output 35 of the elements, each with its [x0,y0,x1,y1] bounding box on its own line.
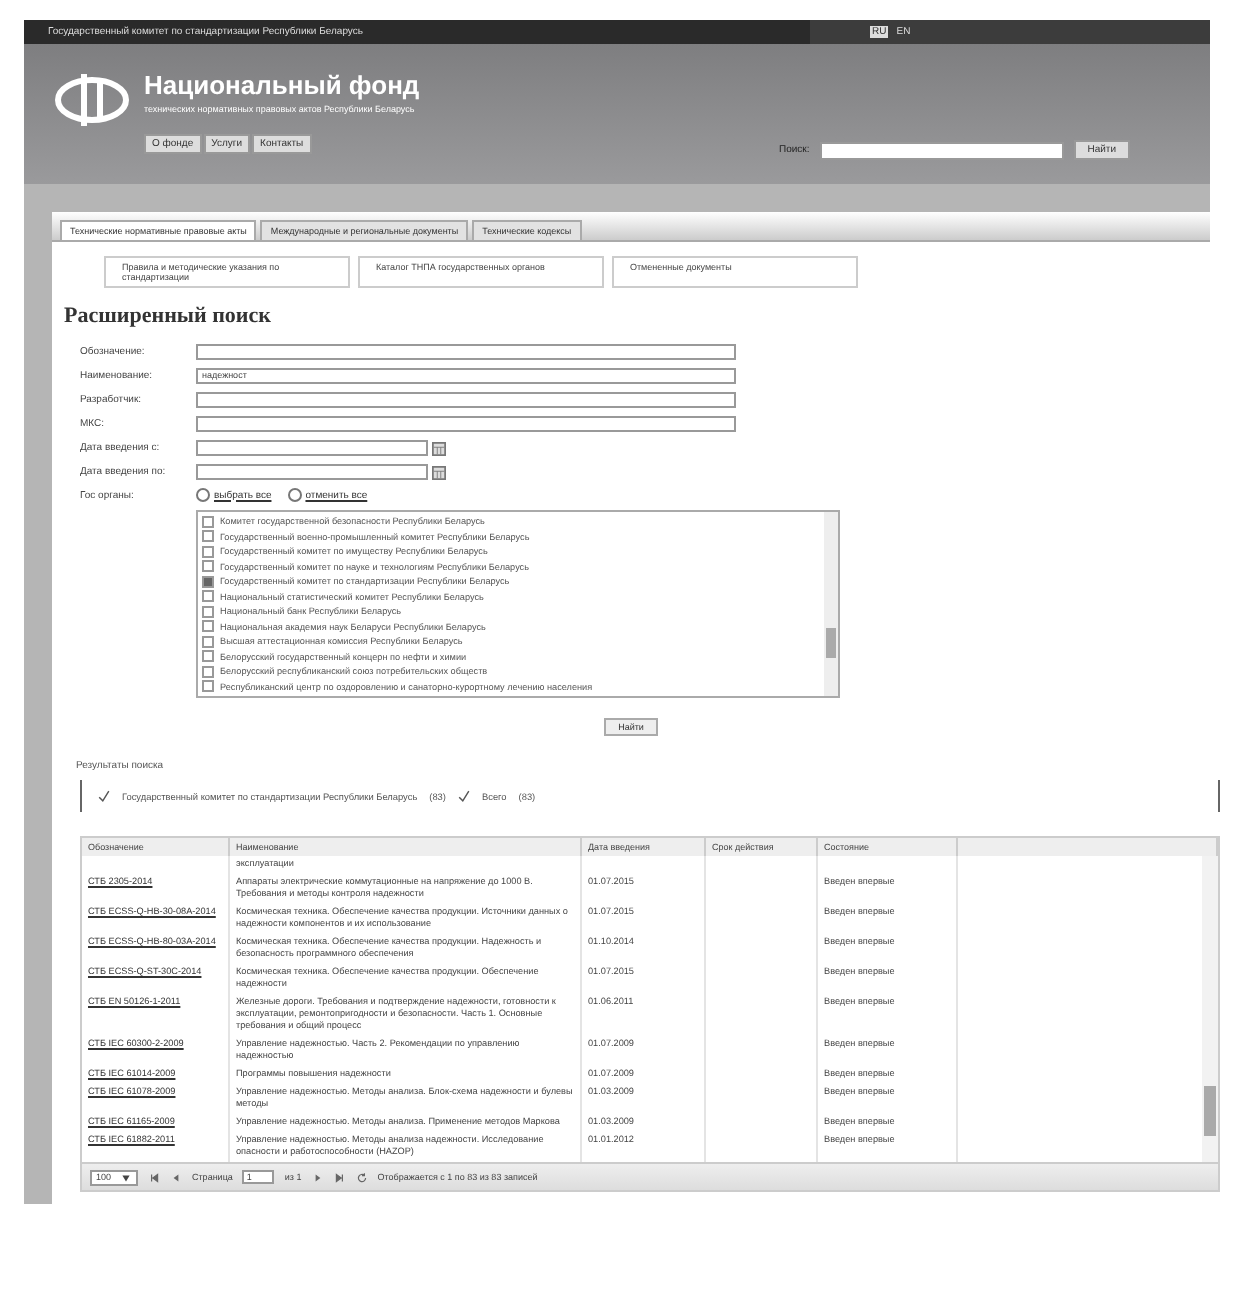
previous-page-icon[interactable] [170,1171,182,1183]
logo-icon [52,72,132,128]
next-page-icon[interactable] [311,1171,324,1183]
calendar-icon[interactable] [432,465,446,479]
input-field[interactable] [196,416,736,432]
date-field[interactable] [196,464,428,480]
search-field[interactable] [819,141,1064,159]
checkbox[interactable] [202,560,214,573]
page-heading: Расширенный поиск [64,304,273,328]
checkbox[interactable] [202,545,214,558]
input-field[interactable] [196,344,736,360]
scrollbar[interactable] [1202,856,1218,1162]
check-icon [457,790,470,802]
checkbox[interactable] [202,575,214,588]
checkbox[interactable] [202,515,214,528]
input-field[interactable] [196,392,736,408]
caret-icon [120,1171,132,1183]
calendar-icon[interactable] [432,441,446,455]
checkbox[interactable] [202,530,214,543]
first-page-icon[interactable] [148,1171,160,1183]
radio-button[interactable] [287,488,302,502]
checkbox[interactable] [202,680,214,693]
site-title: Национальный фонд [144,70,420,100]
checkbox[interactable] [202,590,214,603]
date-field[interactable] [196,440,428,456]
radio-button[interactable] [196,488,210,502]
check-icon [98,790,110,802]
last-page-icon[interactable] [333,1171,346,1183]
checkbox[interactable] [202,605,214,618]
scrollbar[interactable] [824,512,838,696]
checkbox[interactable] [202,620,214,633]
checkbox[interactable] [202,650,214,663]
checkbox[interactable] [202,665,214,678]
refresh-icon[interactable] [355,1171,368,1183]
checkbox[interactable] [202,635,214,648]
